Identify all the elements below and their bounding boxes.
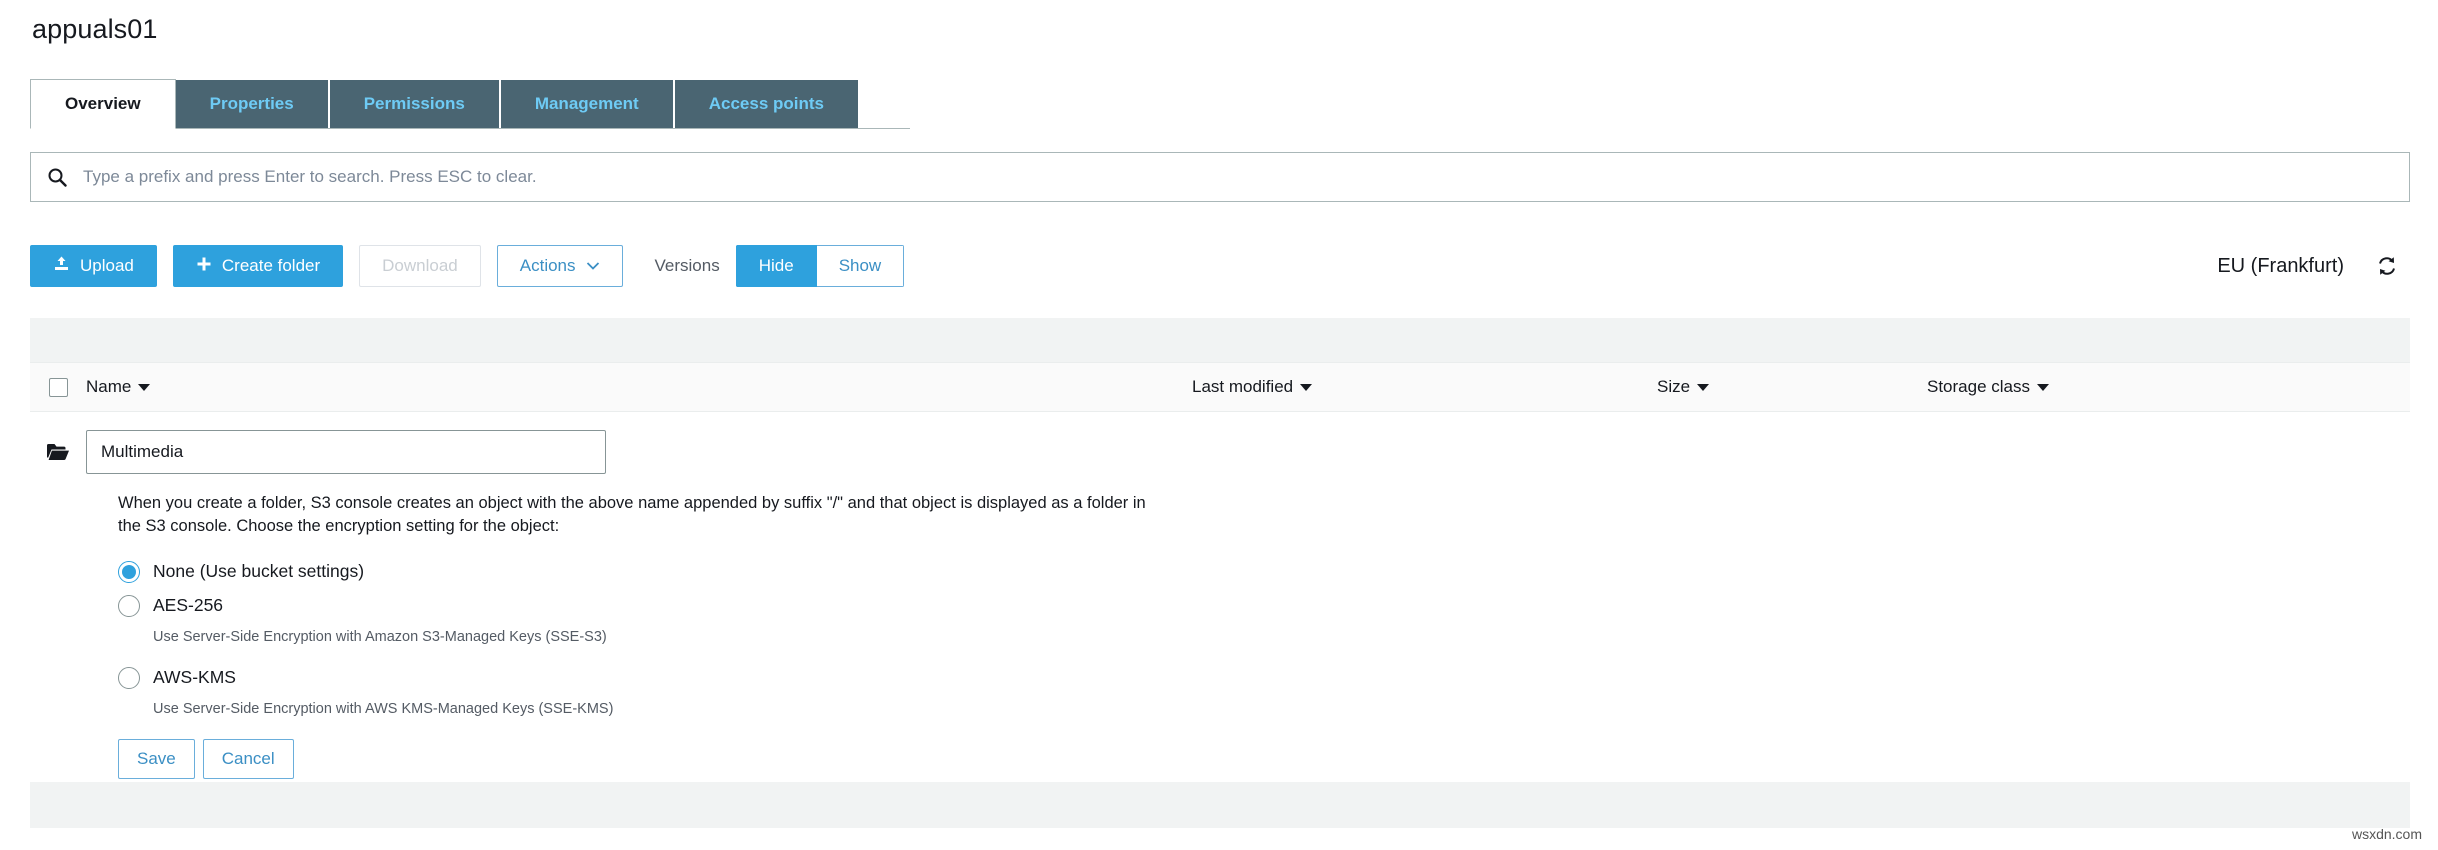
tab-overview[interactable]: Overview	[30, 79, 176, 129]
column-header-last-modified[interactable]: Last modified	[1192, 377, 1657, 397]
search-bar[interactable]	[30, 152, 2410, 202]
create-folder-form: When you create a folder, S3 console cre…	[30, 412, 2410, 779]
encryption-options: None (Use bucket settings) AES-256 Use S…	[118, 560, 2410, 717]
upload-button[interactable]: Upload	[30, 245, 157, 287]
encryption-option-none[interactable]: None (Use bucket settings)	[118, 560, 2410, 583]
watermark: wsxdn.com	[2351, 826, 2422, 842]
region-label: EU (Frankfurt)	[2217, 254, 2344, 277]
upload-icon	[53, 255, 70, 277]
download-label: Download	[382, 256, 458, 275]
upload-label: Upload	[80, 256, 134, 275]
caret-down-icon	[2037, 383, 2049, 391]
tab-bar: Overview Properties Permissions Manageme…	[30, 79, 858, 129]
caret-down-icon	[138, 383, 151, 391]
select-all-checkbox-cell[interactable]	[30, 377, 86, 397]
tab-permissions[interactable]: Permissions	[329, 80, 501, 128]
tab-label: Management	[534, 94, 639, 113]
table-header-row: Name Last modified Size Storage class	[30, 362, 2410, 412]
versions-toggle: Hide Show	[735, 245, 905, 287]
versions-hide-label: Hide	[758, 256, 794, 275]
caret-down-icon	[1300, 383, 1313, 391]
object-toolbar: Upload Create folder Download Actions Ve…	[30, 242, 2410, 290]
tab-label: Overview	[65, 94, 141, 113]
search-input[interactable]	[83, 167, 2409, 187]
create-folder-button[interactable]: Create folder	[172, 245, 344, 287]
cancel-label: Cancel	[221, 748, 275, 768]
folder-icon	[30, 442, 86, 462]
form-button-group: Save Cancel	[118, 738, 2410, 779]
select-all-checkbox[interactable]	[48, 377, 68, 397]
create-folder-label: Create folder	[221, 256, 321, 275]
encryption-option-label: AES-256	[153, 595, 224, 616]
radio-none[interactable]	[118, 560, 140, 583]
create-folder-help-text: When you create a folder, S3 console cre…	[118, 494, 1146, 536]
encryption-option-aes256[interactable]: AES-256	[118, 594, 2410, 617]
encryption-option-aws-kms[interactable]: AWS-KMS	[118, 666, 2410, 689]
folder-name-input[interactable]	[86, 430, 606, 474]
download-button: Download	[359, 245, 481, 287]
column-header-size[interactable]: Size	[1657, 377, 1927, 397]
folder-name-row	[30, 412, 2410, 474]
column-header-name[interactable]: Name	[86, 377, 1192, 397]
encryption-option-label: AWS-KMS	[153, 667, 236, 688]
save-button[interactable]: Save	[118, 738, 195, 779]
actions-label: Actions	[519, 256, 576, 275]
column-header-storage-class[interactable]: Storage class	[1927, 377, 2227, 397]
actions-dropdown-button[interactable]: Actions	[496, 245, 623, 287]
refresh-icon[interactable]	[2376, 255, 2398, 277]
table-bottom-strip	[30, 782, 2410, 828]
encryption-option-description: Use Server-Side Encryption with Amazon S…	[153, 628, 607, 645]
tab-properties[interactable]: Properties	[175, 80, 330, 128]
tab-access-points[interactable]: Access points	[674, 80, 858, 128]
radio-aws-kms[interactable]	[118, 666, 140, 689]
column-header-label: Name	[86, 377, 132, 396]
versions-hide-button[interactable]: Hide	[735, 245, 817, 287]
encryption-option-description: Use Server-Side Encryption with AWS KMS-…	[153, 700, 614, 717]
tab-label: Permissions	[363, 94, 465, 113]
versions-show-button[interactable]: Show	[816, 245, 905, 287]
tab-label: Access points	[708, 94, 824, 113]
search-icon	[31, 167, 83, 187]
table-top-strip	[30, 318, 2410, 362]
column-header-label: Storage class	[1927, 377, 2030, 396]
column-header-label: Size	[1657, 377, 1691, 396]
tab-management[interactable]: Management	[500, 80, 675, 128]
region-indicator: EU (Frankfurt)	[2217, 255, 2410, 278]
save-label: Save	[137, 748, 176, 768]
cancel-button[interactable]: Cancel	[202, 738, 294, 779]
plus-icon	[196, 256, 212, 277]
encryption-option-label: None (Use bucket settings)	[153, 561, 365, 582]
versions-show-label: Show	[838, 256, 882, 275]
page-title: appuals01	[32, 14, 158, 44]
chevron-down-icon	[586, 256, 600, 276]
versions-label: Versions	[654, 256, 720, 275]
column-header-label: Last modified	[1192, 377, 1294, 396]
radio-aes256[interactable]	[118, 594, 140, 617]
caret-down-icon	[1697, 383, 1710, 391]
tab-label: Properties	[209, 94, 294, 113]
